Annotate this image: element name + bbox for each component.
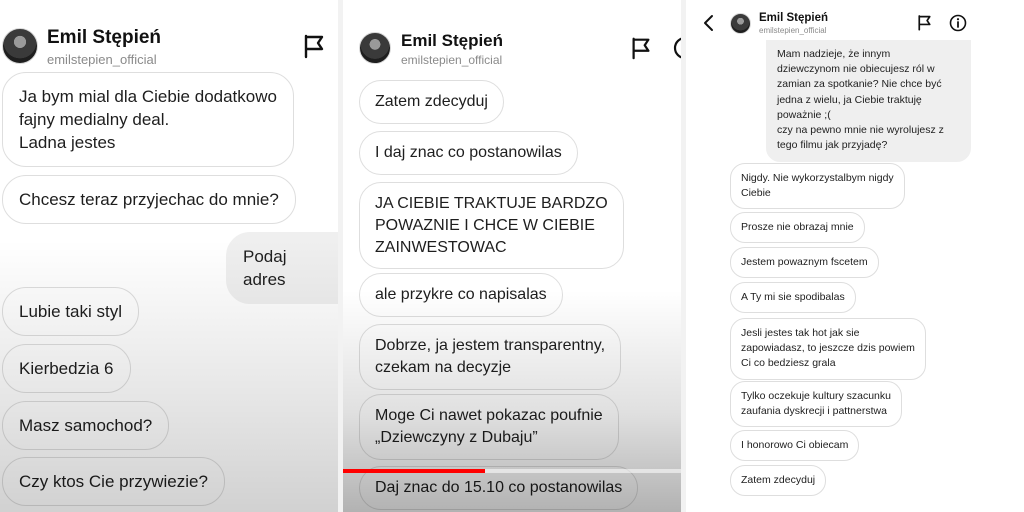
message-bubble-received: I daj znac co postanowilas (359, 131, 578, 175)
contact-username: emilstepien_official (401, 53, 503, 67)
video-progress-bar[interactable] (343, 469, 681, 473)
flag-icon[interactable] (916, 14, 933, 31)
message-bubble-received: Zatem zdecyduj (730, 465, 827, 497)
chat-header: Emil Stępień emilstepien_official (0, 0, 338, 72)
avatar[interactable] (730, 13, 751, 34)
message-bubble-received: Jestem powaznym fscetem (730, 247, 879, 279)
chat-panel-1: Ja bym mial dla Ciebie dodatkowo fajny m… (0, 0, 338, 512)
contact-username: emilstepien_official (759, 26, 827, 35)
message-bubble-received: Tylko oczekuje kultury szacunku zaufania… (730, 381, 902, 428)
message-bubble-received: Ja bym mial dla Ciebie dodatkowo fajny m… (2, 72, 294, 168)
message-bubble-received: Moge Ci nawet pokazac poufnie „Dziewczyn… (359, 394, 619, 460)
flag-icon[interactable] (629, 36, 653, 60)
avatar[interactable] (359, 32, 391, 64)
chat-panel-3: Mam nadzieje, że innym dziewczynom nie o… (686, 0, 1024, 512)
message-bubble-received: Prosze nie obrazaj mnie (730, 212, 865, 244)
message-bubble-received: Kierbedzia 6 (2, 344, 131, 394)
back-arrow-icon[interactable] (702, 14, 716, 32)
chat-header: Emil Stępień emilstepien_official (686, 0, 1024, 40)
message-bubble-received: Zatem zdecyduj (359, 80, 504, 124)
contact-name[interactable]: Emil Stępień (759, 12, 828, 24)
message-bubble-received: A Ty mi sie spodibalas (730, 282, 856, 314)
contact-username: emilstepien_official (47, 52, 157, 67)
message-bubble-received: Dobrze, ja jestem transparentny, czekam … (359, 324, 622, 390)
message-bubble-received: Czy ktos Cie przywiezie? (2, 457, 225, 507)
contact-name[interactable]: Emil Stępień (47, 27, 161, 49)
message-bubble-received: JA CIEBIE TRAKTUJE BARDZO POWAZNIE I CHC… (359, 182, 624, 270)
flag-icon[interactable] (301, 33, 327, 59)
message-bubble-received: Nigdy. Nie wykorzystalbym nigdy Ciebie (730, 163, 905, 210)
message-bubble-received: I honorowo Ci obiecam (730, 430, 860, 462)
message-bubble-received: Lubie taki styl (2, 287, 139, 337)
message-bubble-received: Masz samochod? (2, 401, 170, 451)
message-bubble-received: Jesli jestes tak hot jak sie zapowiadasz… (730, 318, 926, 380)
avatar[interactable] (2, 28, 38, 64)
chat-panel-2: Zatem zdecyduj I daj znac co postanowila… (343, 0, 681, 512)
message-bubble-received: ale przykre co napisalas (359, 273, 563, 317)
message-bubble-received: Chcesz teraz przyjechac do mnie? (2, 175, 296, 225)
info-icon[interactable] (949, 14, 967, 32)
contact-name[interactable]: Emil Stępień (401, 31, 503, 51)
message-bubble-sent: Podaj adres (226, 232, 338, 305)
chat-header: Emil Stępień emilstepien_official (343, 0, 681, 78)
video-progress-fill (343, 469, 485, 473)
message-bubble-sent: Mam nadzieje, że innym dziewczynom nie o… (766, 40, 971, 162)
circle-icon[interactable] (673, 36, 681, 60)
